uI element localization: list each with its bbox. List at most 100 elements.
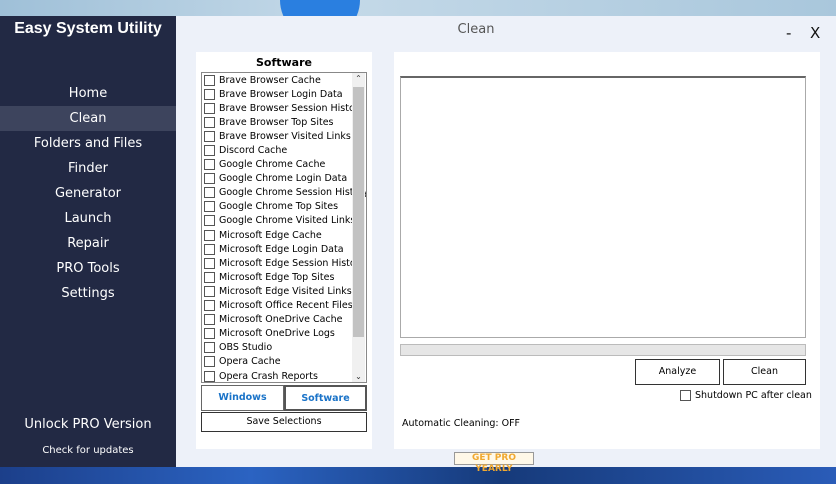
sidebar-nav: Home Clean Folders and Files Finder Generato… bbox=[0, 81, 176, 306]
item-label: Brave Browser Session History bbox=[219, 102, 365, 114]
shutdown-checkbox[interactable] bbox=[680, 390, 691, 401]
item-label: Google Chrome Session History bbox=[219, 187, 367, 199]
scroll-down-icon[interactable]: ⌄ bbox=[352, 372, 365, 381]
list-item[interactable]: Microsoft Edge Login Data bbox=[202, 242, 366, 256]
item-label: Google Chrome Top Sites bbox=[219, 201, 339, 213]
list-item[interactable]: Microsoft OneDrive Logs bbox=[202, 327, 366, 341]
minimize-button[interactable]: - bbox=[786, 24, 791, 42]
list-item[interactable]: Brave Browser Top Sites bbox=[202, 115, 366, 129]
item-checkbox[interactable] bbox=[204, 285, 215, 297]
get-pro-yearly-button[interactable]: GET PRO YEARLY bbox=[454, 452, 534, 474]
list-item[interactable]: Opera Cache bbox=[202, 355, 366, 369]
sidebar-item-generator[interactable]: Generator bbox=[0, 181, 176, 206]
item-checkbox[interactable] bbox=[204, 271, 215, 283]
item-checkbox[interactable] bbox=[204, 102, 215, 114]
item-label: Opera Crash Reports bbox=[219, 370, 318, 382]
list-item[interactable]: Google Chrome Login Data bbox=[202, 172, 366, 186]
item-label: Microsoft Edge Cache bbox=[219, 229, 322, 241]
item-label: Brave Browser Cache bbox=[219, 74, 321, 86]
item-checkbox[interactable] bbox=[204, 243, 215, 255]
list-item[interactable]: Microsoft Edge Cache bbox=[202, 228, 366, 242]
item-checkbox[interactable] bbox=[204, 370, 215, 382]
list-item[interactable]: Google Chrome Top Sites bbox=[202, 200, 366, 214]
item-checkbox[interactable] bbox=[204, 159, 215, 171]
item-checkbox[interactable] bbox=[204, 145, 215, 157]
item-label: Microsoft OneDrive Logs bbox=[219, 328, 335, 340]
item-label: Google Chrome Cache bbox=[219, 159, 326, 171]
sidebar-item-finder[interactable]: Finder bbox=[0, 156, 176, 181]
unlock-pro-link[interactable]: Unlock PRO Version bbox=[0, 417, 176, 432]
item-checkbox[interactable] bbox=[204, 74, 215, 86]
save-selections-button[interactable]: Save Selections bbox=[201, 412, 367, 432]
item-label: Microsoft Office Recent Files bbox=[219, 300, 353, 312]
item-checkbox[interactable] bbox=[204, 215, 215, 227]
tab-software[interactable]: Software bbox=[284, 385, 367, 411]
item-checkbox[interactable] bbox=[204, 300, 215, 312]
item-checkbox[interactable] bbox=[204, 257, 215, 269]
sidebar-item-folders-and-files[interactable]: Folders and Files bbox=[0, 131, 176, 156]
scroll-thumb[interactable] bbox=[353, 87, 364, 337]
shutdown-label: Shutdown PC after clean bbox=[695, 390, 812, 401]
item-label: Brave Browser Top Sites bbox=[219, 116, 334, 128]
auto-cleaning-status: Automatic Cleaning: OFF bbox=[402, 418, 521, 429]
shutdown-option[interactable]: Shutdown PC after clean bbox=[680, 390, 812, 401]
list-item[interactable]: Brave Browser Login Data bbox=[202, 87, 366, 101]
app-window: Easy System Utility Home Clean Folders and… bbox=[0, 16, 836, 474]
item-checkbox[interactable] bbox=[204, 314, 215, 326]
scrollbar[interactable]: ⌃ ⌄ bbox=[352, 73, 365, 382]
progress-bar bbox=[400, 344, 806, 356]
sidebar-item-clean[interactable]: Clean bbox=[0, 106, 176, 131]
item-checkbox[interactable] bbox=[204, 88, 215, 100]
sidebar-item-home[interactable]: Home bbox=[0, 81, 176, 106]
item-checkbox[interactable] bbox=[204, 187, 215, 199]
list-item[interactable]: Opera Crash Reports bbox=[202, 369, 366, 382]
software-list: Brave Browser Cache Brave Browser Login D… bbox=[201, 72, 367, 383]
item-label: Brave Browser Visited Links bbox=[219, 130, 351, 142]
list-item[interactable]: Microsoft Edge Session History bbox=[202, 256, 366, 270]
check-updates-link[interactable]: Check for updates bbox=[0, 445, 176, 456]
list-item[interactable]: Brave Browser Cache bbox=[202, 73, 366, 87]
item-checkbox[interactable] bbox=[204, 328, 215, 340]
item-label: Opera Cache bbox=[219, 356, 281, 368]
item-label: Discord Cache bbox=[219, 145, 288, 157]
sidebar: Easy System Utility Home Clean Folders and… bbox=[0, 16, 176, 467]
list-item[interactable]: OBS Studio bbox=[202, 341, 366, 355]
close-button[interactable]: X bbox=[810, 24, 820, 42]
list-item[interactable]: Google Chrome Session History bbox=[202, 186, 366, 200]
item-checkbox[interactable] bbox=[204, 116, 215, 128]
app-title: Easy System Utility bbox=[14, 20, 162, 37]
item-label: Google Chrome Visited Links bbox=[219, 215, 356, 227]
list-item[interactable]: Brave Browser Session History bbox=[202, 101, 366, 115]
item-checkbox[interactable] bbox=[204, 201, 215, 213]
page-title: Clean bbox=[457, 22, 495, 37]
results-textbox[interactable] bbox=[400, 76, 806, 338]
list-item[interactable]: Microsoft Edge Top Sites bbox=[202, 270, 366, 284]
software-panel: Software Brave Browser Cache Brave Browse… bbox=[196, 52, 372, 449]
sidebar-item-settings[interactable]: Settings bbox=[0, 281, 176, 306]
list-item[interactable]: Google Chrome Cache bbox=[202, 158, 366, 172]
scroll-up-icon[interactable]: ⌃ bbox=[352, 74, 365, 83]
sidebar-item-pro-tools[interactable]: PRO Tools bbox=[0, 256, 176, 281]
list-item[interactable]: Discord Cache bbox=[202, 143, 366, 157]
item-checkbox[interactable] bbox=[204, 130, 215, 142]
sidebar-item-launch[interactable]: Launch bbox=[0, 206, 176, 231]
item-label: OBS Studio bbox=[219, 342, 273, 354]
item-label: Brave Browser Login Data bbox=[219, 88, 343, 100]
item-label: Microsoft OneDrive Cache bbox=[219, 314, 343, 326]
item-label: Google Chrome Login Data bbox=[219, 173, 348, 185]
list-item[interactable]: Brave Browser Visited Links bbox=[202, 129, 366, 143]
sidebar-item-repair[interactable]: Repair bbox=[0, 231, 176, 256]
tab-windows[interactable]: Windows bbox=[201, 385, 284, 411]
list-item[interactable]: Microsoft Edge Visited Links bbox=[202, 284, 366, 298]
software-title: Software bbox=[256, 56, 312, 69]
item-checkbox[interactable] bbox=[204, 342, 215, 354]
clean-button[interactable]: Clean bbox=[723, 359, 806, 385]
list-item[interactable]: Microsoft OneDrive Cache bbox=[202, 313, 366, 327]
item-checkbox[interactable] bbox=[204, 173, 215, 185]
list-item[interactable]: Microsoft Office Recent Files bbox=[202, 299, 366, 313]
item-checkbox[interactable] bbox=[204, 356, 215, 368]
results-panel: Analyze Clean Shutdown PC after clean Au… bbox=[394, 52, 820, 449]
list-item[interactable]: Google Chrome Visited Links bbox=[202, 214, 366, 228]
analyze-button[interactable]: Analyze bbox=[635, 359, 720, 385]
item-checkbox[interactable] bbox=[204, 229, 215, 241]
